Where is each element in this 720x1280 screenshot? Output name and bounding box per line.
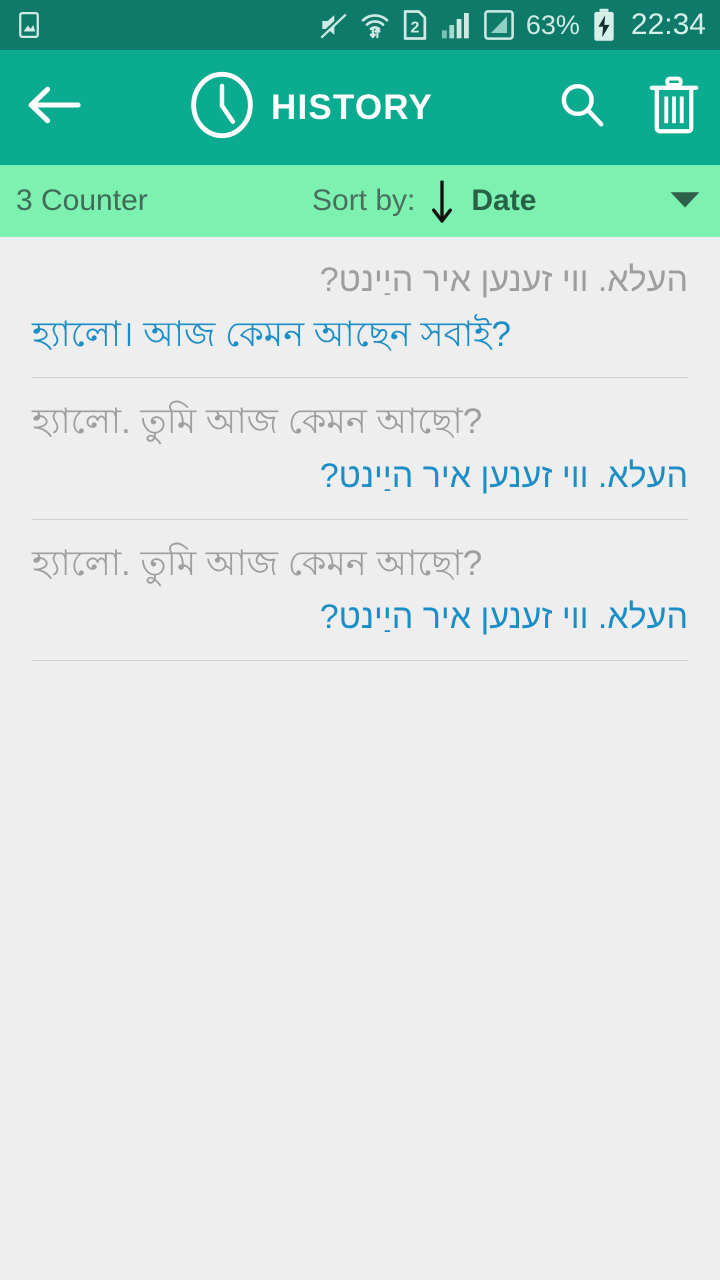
history-target-text: העלא. ווי זענען איר היַינט?: [319, 457, 688, 496]
counter-label: 3 Counter: [16, 184, 148, 217]
history-target-text: העלא. ווי זענען איר היַינט?: [319, 598, 688, 637]
battery-percent-label: 63%: [525, 9, 580, 40]
action-bar: HISTORY: [0, 50, 720, 165]
sort-by-label: Sort by:: [312, 184, 416, 217]
signal-bars-icon: [440, 10, 472, 40]
trash-icon: [648, 76, 700, 139]
back-arrow-icon: [27, 84, 83, 131]
history-source-text: হ্যালো. তুমি আজ কেমন আছো?: [32, 402, 483, 442]
status-bar-right: 2 63% 22:34: [317, 8, 706, 42]
page-title: HISTORY: [270, 87, 434, 127]
sort-bar: 3 Counter Sort by: Date: [0, 165, 720, 237]
down-arrow-icon[interactable]: [429, 178, 455, 224]
sort-selector[interactable]: Sort by: Date: [312, 165, 536, 237]
list-divider: [32, 659, 688, 661]
sort-dropdown-button[interactable]: [668, 165, 702, 237]
caret-down-icon: [668, 187, 702, 216]
mute-icon: [317, 9, 349, 41]
history-list-item[interactable]: העלא. ווי זענען איר היַינט? হ্যালো। আজ ক…: [0, 237, 720, 377]
history-target-text: হ্যালো। আজ কেমন আছেন সবাই?: [32, 314, 511, 354]
image-icon: [14, 10, 44, 40]
clock-time-label: 22:34: [630, 8, 706, 41]
history-list-item[interactable]: হ্যালো. তুমি আজ কেমন আছো? העלא. ווי זענע…: [0, 378, 720, 518]
history-source-text: העלא. ווי זענען איר היַינט?: [319, 261, 688, 299]
svg-text:2: 2: [410, 19, 419, 36]
sort-value-label: Date: [471, 184, 537, 217]
search-button[interactable]: [536, 50, 628, 165]
clock-icon: [189, 70, 255, 145]
sim2-icon: 2: [401, 9, 429, 41]
title-group: HISTORY: [86, 70, 536, 145]
delete-button[interactable]: [628, 50, 720, 165]
status-bar: 2 63% 22:34: [0, 0, 720, 50]
history-source-text: হ্যালো. তুমি আজ কেমন আছো?: [32, 543, 483, 583]
battery-charging-icon: [591, 8, 617, 42]
app-root: 2 63% 22:34 HISTORY 3 Counter Sort by: D…: [0, 0, 720, 1280]
status-bar-left: [14, 10, 44, 40]
history-list-item[interactable]: হ্যালো. তুমি আজ কেমন আছো? העלא. ווי זענע…: [0, 520, 720, 660]
search-icon: [557, 80, 607, 135]
signal-boxed-icon: [483, 9, 515, 41]
wifi-transfer-icon: [360, 10, 390, 40]
history-list[interactable]: העלא. ווי זענען איר היַינט? হ্যালো। আজ ক…: [0, 237, 720, 1280]
